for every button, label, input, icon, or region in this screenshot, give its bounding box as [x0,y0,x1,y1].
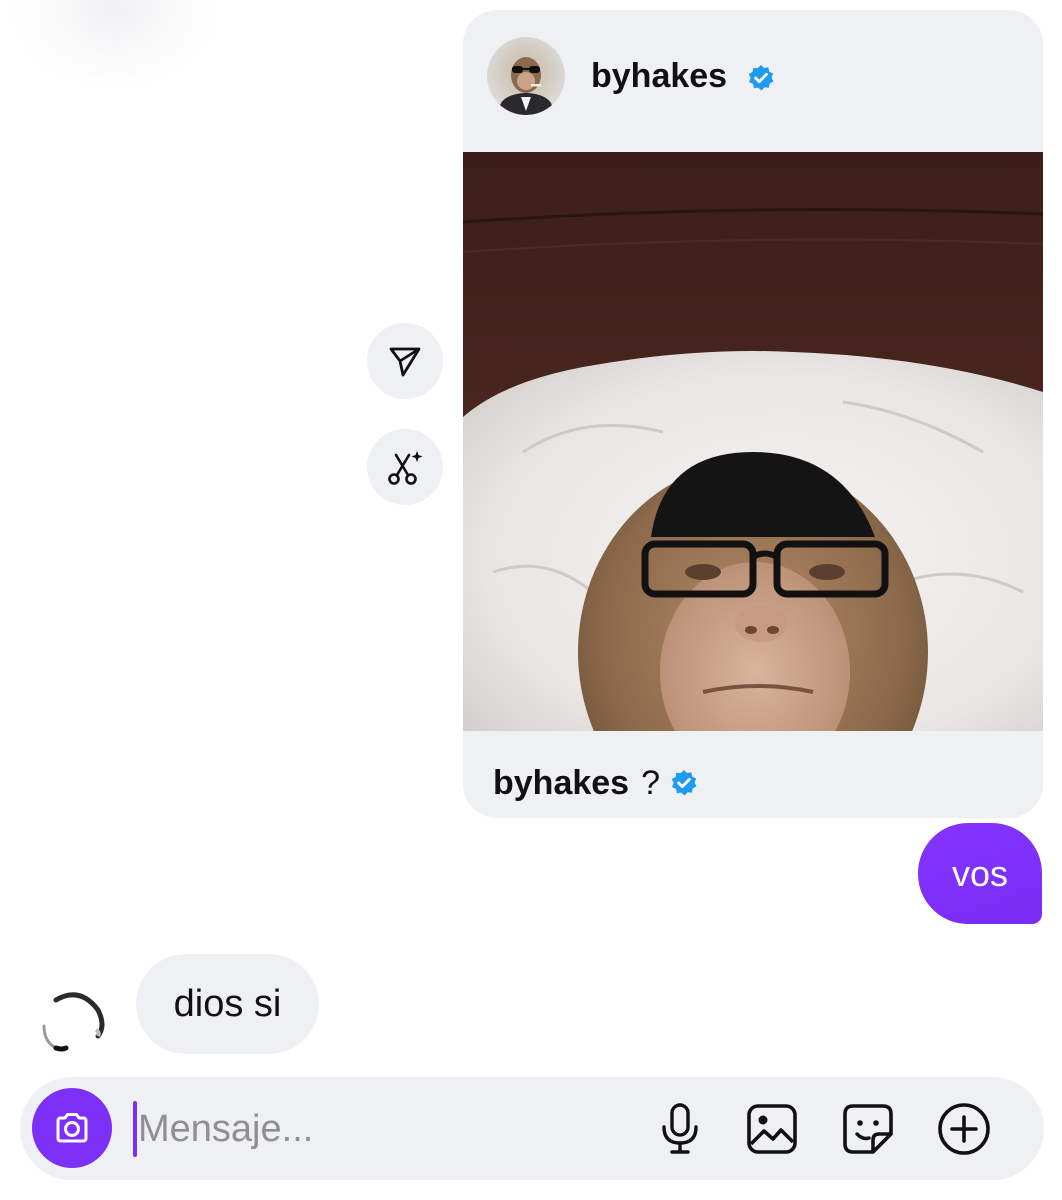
monkey-in-bed-photo [463,152,1043,731]
text-caret [133,1101,137,1157]
sticker-button[interactable] [838,1099,898,1159]
post-author-username[interactable]: byhakes [591,57,775,96]
incoming-message-text: dios si [173,982,282,1025]
more-options-button[interactable] [934,1099,994,1159]
post-author-avatar[interactable] [487,37,565,115]
send-icon [389,347,421,377]
shared-post-header[interactable]: byhakes [463,10,1043,142]
outgoing-message-bubble[interactable]: vos [918,823,1042,924]
shared-post-caption[interactable]: byhakes ? [493,760,698,806]
ai-scissors-icon [388,451,423,485]
camera-icon [56,1113,88,1143]
verified-badge-icon [748,64,774,91]
loading-avatar-icon [42,992,105,1052]
post-author-name[interactable]: byhakes [591,57,727,95]
shared-post-card[interactable]: byhakes byhakes ? [463,10,1043,818]
incoming-message-bubble[interactable]: dios si [136,954,319,1054]
share-button[interactable] [367,323,443,399]
verified-badge-icon [671,770,697,796]
monkey-avatar-image [500,57,552,115]
outgoing-message-text: vos [951,852,1009,894]
ai-remix-button[interactable] [367,429,443,505]
message-input[interactable] [138,1099,618,1159]
blurred-message-remnant [10,0,220,90]
gallery-icon [747,1104,797,1154]
plus-circle-icon [938,1103,990,1155]
sender-avatar[interactable] [36,986,108,1058]
voice-message-button[interactable] [650,1099,710,1159]
microphone-icon [662,1103,698,1154]
camera-button[interactable] [32,1088,112,1168]
message-composer [20,1077,1044,1180]
shared-post-image[interactable] [463,152,1043,731]
gallery-button[interactable] [742,1099,802,1159]
caption-text: ? [641,763,661,802]
caption-username[interactable]: byhakes [493,764,629,803]
chat-screen: byhakes byhakes ? vos dios si Mensaje... [0,0,1062,1200]
sticker-icon [843,1104,893,1154]
